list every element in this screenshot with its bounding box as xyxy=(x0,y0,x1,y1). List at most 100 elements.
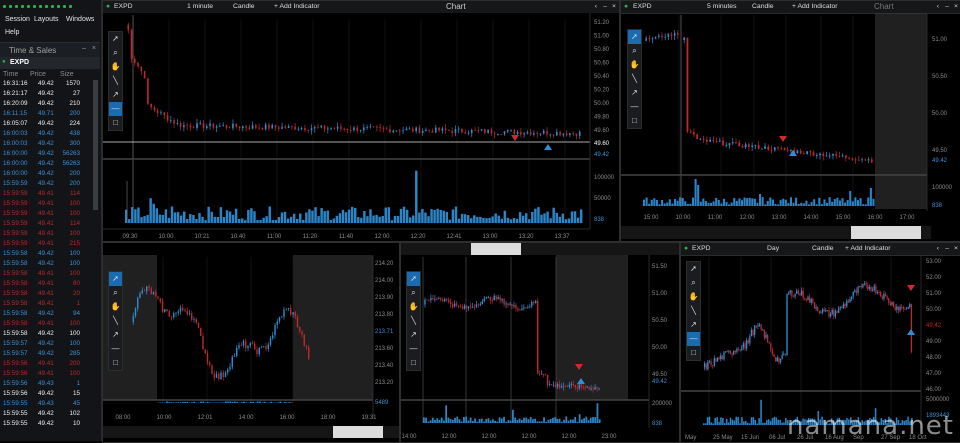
hand-icon[interactable]: ✋ xyxy=(109,300,122,314)
zoom-icon[interactable]: ⌕ xyxy=(687,276,700,290)
candle xyxy=(707,362,708,369)
arrow-icon[interactable]: ↗ xyxy=(628,86,641,100)
hand-icon[interactable]: ✋ xyxy=(687,290,700,304)
cell-size: 100 xyxy=(69,210,80,217)
cursor-icon[interactable]: ➚ xyxy=(407,272,420,286)
menu-help[interactable]: Help xyxy=(5,29,19,36)
candle xyxy=(277,321,278,325)
candle xyxy=(495,296,496,300)
menu-windows[interactable]: Windows xyxy=(66,16,94,23)
candle xyxy=(460,306,461,307)
candle xyxy=(456,304,457,306)
zoom-icon[interactable]: ⌕ xyxy=(109,286,122,300)
rectangle-icon[interactable]: □ xyxy=(628,114,641,128)
line-icon[interactable]: ╲ xyxy=(109,314,122,328)
candle xyxy=(189,313,190,314)
volume-bar xyxy=(772,200,774,206)
cursor-icon[interactable]: ➚ xyxy=(687,262,700,276)
horizontal-line-icon[interactable]: — xyxy=(628,100,641,114)
cursor-icon[interactable]: ➚ xyxy=(109,272,122,286)
cell-price: 49.42 xyxy=(38,350,54,357)
cell-time: 16:05:07 xyxy=(3,120,28,127)
candle xyxy=(200,328,201,336)
volume-bar xyxy=(798,204,800,206)
cell-time: 15:59:58 xyxy=(3,320,28,327)
line-icon[interactable]: ╲ xyxy=(687,304,700,318)
horizontal-line-icon[interactable]: — xyxy=(687,332,700,346)
candle xyxy=(392,131,394,133)
cell-time: 16:20:09 xyxy=(3,100,28,107)
cell-price: 49.43 xyxy=(38,400,54,407)
arrow-icon[interactable]: ↗ xyxy=(407,328,420,342)
line-icon[interactable]: ╲ xyxy=(628,72,641,86)
candle xyxy=(154,107,156,110)
volume-bar xyxy=(674,199,676,206)
cursor-icon[interactable]: ➚ xyxy=(628,30,641,44)
cursor-icon[interactable]: ➚ xyxy=(109,32,122,46)
candle xyxy=(151,288,152,294)
time-sales-list[interactable]: 16:31:1649.42157016:21:1749.422716:20:09… xyxy=(0,80,100,441)
candle xyxy=(786,294,787,355)
hand-icon[interactable]: ✋ xyxy=(407,300,420,314)
hand-icon[interactable]: ✋ xyxy=(628,58,641,72)
arrow-icon[interactable]: ↗ xyxy=(109,328,122,342)
last-price: 49.60 xyxy=(594,141,610,147)
menu-layouts[interactable]: Layouts xyxy=(34,16,59,23)
volume-bar xyxy=(140,217,142,223)
hand-icon[interactable]: ✋ xyxy=(109,60,122,74)
cell-size: 80 xyxy=(73,280,80,287)
rectangle-icon[interactable]: □ xyxy=(109,116,122,130)
chart-futures-canvas[interactable]: 214.20214.00213.90213.80213.71213.60213.… xyxy=(103,243,399,442)
candle xyxy=(155,292,156,296)
rectangle-icon[interactable]: □ xyxy=(687,346,700,360)
arrow-icon[interactable]: ↗ xyxy=(687,318,700,332)
candle xyxy=(541,374,542,375)
candle xyxy=(567,386,568,387)
volume-tick: 50000 xyxy=(594,196,611,202)
zoom-icon[interactable]: ⌕ xyxy=(407,286,420,300)
horizontal-line-icon[interactable]: — xyxy=(407,342,420,356)
arrow-icon[interactable]: ↗ xyxy=(109,88,122,102)
candle xyxy=(749,336,750,343)
chart-5m-canvas[interactable]: 51.0050.5050.0049.5049.4210000083815:001… xyxy=(621,1,960,241)
candle xyxy=(596,387,597,389)
horizontal-line-icon[interactable]: — xyxy=(109,102,122,116)
rectangle-icon[interactable]: □ xyxy=(109,356,122,370)
volume-bar xyxy=(651,200,653,206)
volume-bar xyxy=(494,421,496,423)
x-tick: 10:40 xyxy=(230,234,246,240)
rectangle-icon[interactable]: □ xyxy=(407,356,420,370)
candle xyxy=(199,123,201,124)
candle xyxy=(890,303,891,305)
candle xyxy=(553,385,554,386)
line-icon[interactable]: ╲ xyxy=(407,314,420,328)
zoom-icon[interactable]: ⌕ xyxy=(628,44,641,58)
zoom-icon[interactable]: ⌕ xyxy=(109,46,122,60)
candle xyxy=(772,351,773,354)
candle xyxy=(306,346,307,347)
volume-bar xyxy=(536,421,538,423)
candle xyxy=(471,130,473,133)
line-icon[interactable]: ╲ xyxy=(109,74,122,88)
volume-bar xyxy=(774,417,776,425)
y-tick: 213.90 xyxy=(375,295,394,301)
scrollbar[interactable] xyxy=(93,80,98,210)
time-sales-symbol[interactable]: ● EXPD xyxy=(0,57,100,69)
chart-1m-canvas[interactable]: 51.2051.0050.8050.6050.4050.2050.0049.80… xyxy=(103,1,619,241)
candle xyxy=(160,112,162,113)
volume-bar xyxy=(490,420,492,423)
minimize-icon[interactable]: – xyxy=(82,45,86,52)
volume-bar xyxy=(841,198,843,206)
volume-bar xyxy=(204,220,206,223)
candle xyxy=(569,133,571,135)
candle xyxy=(216,374,217,378)
chart-multi-day-canvas[interactable]: 51.5051.0050.5050.0049.5049.422000008381… xyxy=(401,243,679,442)
candle xyxy=(478,304,479,305)
volume-bar xyxy=(186,402,188,403)
horizontal-line-icon[interactable]: — xyxy=(109,342,122,356)
candle xyxy=(887,296,888,298)
close-icon[interactable]: × xyxy=(92,45,96,52)
menu-session[interactable]: Session xyxy=(5,16,30,23)
candle xyxy=(435,128,437,133)
candle xyxy=(330,128,332,129)
